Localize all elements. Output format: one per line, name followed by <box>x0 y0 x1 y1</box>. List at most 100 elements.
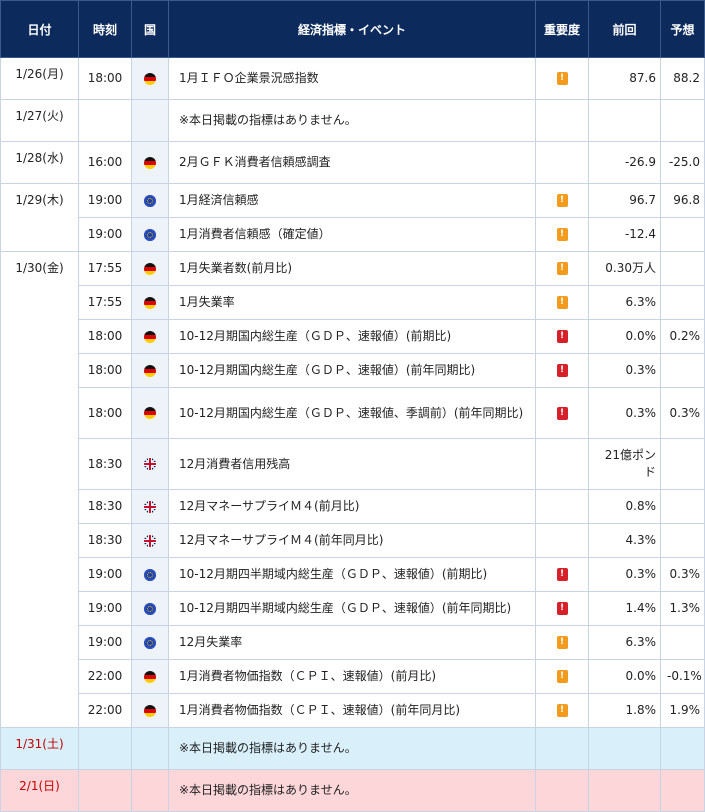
country-cell <box>131 557 169 592</box>
event-cell: 10-12月期国内総生産（ＧＤＰ、速報値）(前期比) <box>168 319 536 354</box>
table-row: 18:00 10-12月期国内総生産（ＧＤＰ、速報値）(前年同期比) ! 0.3… <box>1 353 705 388</box>
table-row: 1/27(火) ※本日掲載の指標はありません。 <box>0 99 705 142</box>
header-previous: 前回 <box>588 0 661 58</box>
importance-cell <box>535 523 589 558</box>
event-cell: ※本日掲載の指標はありません。 <box>168 727 536 770</box>
previous-cell: 0.3% <box>588 353 661 388</box>
importance-cell: ! <box>535 353 589 388</box>
previous-cell: 1.4% <box>588 591 661 626</box>
event-cell: 1月消費者物価指数（ＣＰＩ、速報値）(前年同月比) <box>168 693 536 728</box>
date-cell: 1/31(土) <box>0 727 79 770</box>
importance-medium-icon: ! <box>556 296 568 309</box>
importance-medium-icon: ! <box>556 72 568 85</box>
header-event: 経済指標・イベント <box>168 0 536 58</box>
forecast-cell <box>660 625 705 660</box>
previous-cell: 4.3% <box>588 523 661 558</box>
country-cell <box>131 319 169 354</box>
importance-high-icon: ! <box>556 602 568 615</box>
date-cell: 2/1(日) <box>0 769 79 812</box>
time-cell: 18:00 <box>78 353 132 388</box>
forecast-cell <box>660 438 705 490</box>
previous-cell: 0.30万人 <box>588 251 661 286</box>
forecast-cell <box>660 353 705 388</box>
importance-medium-icon: ! <box>556 636 568 649</box>
time-cell: 19:00 <box>78 217 132 252</box>
country-cell <box>131 438 169 490</box>
importance-cell: ! <box>535 57 589 100</box>
country-cell <box>131 183 169 218</box>
previous-cell: 96.7 <box>588 183 661 218</box>
forecast-cell: 1.3% <box>660 591 705 626</box>
country-cell <box>131 57 169 100</box>
importance-cell <box>535 769 589 812</box>
importance-cell: ! <box>535 659 589 694</box>
table-row: 22:00 1月消費者物価指数（ＣＰＩ、速報値）(前年同月比) ! 1.8% 1… <box>1 693 705 728</box>
importance-cell: ! <box>535 693 589 728</box>
time-cell: 22:00 <box>78 659 132 694</box>
table-row: 1/31(土) ※本日掲載の指標はありません。 <box>0 727 705 770</box>
time-cell: 16:00 <box>78 141 132 184</box>
country-cell <box>131 625 169 660</box>
eu-flag-icon <box>144 602 156 615</box>
germany-flag-icon <box>144 296 156 309</box>
importance-medium-icon: ! <box>556 194 568 207</box>
germany-flag-icon <box>144 407 156 419</box>
previous-cell <box>588 99 661 142</box>
event-cell: 12月失業率 <box>168 625 536 660</box>
table-row: 18:30 12月消費者信用残高 21億ポンド <box>1 438 705 490</box>
country-cell <box>131 523 169 558</box>
event-cell: 12月マネーサプライＭ４(前年同月比) <box>168 523 536 558</box>
country-cell <box>131 387 169 439</box>
previous-cell <box>588 727 661 770</box>
event-cell: 1月消費者信頼感（確定値） <box>168 217 536 252</box>
previous-cell <box>588 769 661 812</box>
economic-calendar-table: 日付 時刻 国 経済指標・イベント 重要度 前回 予想 1/26(月) 18:0… <box>0 0 705 812</box>
importance-cell: ! <box>535 387 589 439</box>
table-row: 22:00 1月消費者物価指数（ＣＰＩ、速報値）(前月比) ! 0.0% -0.… <box>1 659 705 694</box>
forecast-cell: 1.9% <box>660 693 705 728</box>
forecast-cell: 0.2% <box>660 319 705 354</box>
event-cell: 2月ＧＦＫ消費者信頼感調査 <box>168 141 536 184</box>
forecast-cell <box>660 285 705 320</box>
country-cell <box>131 489 169 524</box>
importance-cell <box>535 438 589 490</box>
date-cell: 1/27(火) <box>0 99 79 142</box>
date-cell: 1/28(水) <box>0 141 79 184</box>
germany-flag-icon <box>144 670 156 683</box>
forecast-cell <box>660 99 705 142</box>
forecast-cell <box>660 769 705 812</box>
event-cell: 12月消費者信用残高 <box>168 438 536 490</box>
previous-cell: 87.6 <box>588 57 661 100</box>
event-cell: 1月失業率 <box>168 285 536 320</box>
table-row: 2/1(日) ※本日掲載の指標はありません。 <box>0 769 705 812</box>
germany-flag-icon <box>144 364 156 377</box>
previous-cell: 6.3% <box>588 625 661 660</box>
country-cell <box>131 99 169 142</box>
table-row: 19:00 1月消費者信頼感（確定値） ! -12.4 <box>1 217 705 252</box>
event-cell: 10-12月期国内総生産（ＧＤＰ、速報値、季調前）(前年同期比) <box>168 387 536 439</box>
forecast-cell: 0.3% <box>660 557 705 592</box>
uk-flag-icon <box>144 500 156 513</box>
table-row: 18:30 12月マネーサプライＭ４(前年同月比) 4.3% <box>1 523 705 558</box>
importance-cell <box>535 727 589 770</box>
table-row: 19:00 10-12月期四半期域内総生産（ＧＤＰ、速報値）(前期比) ! 0.… <box>1 557 705 592</box>
table-row: 18:30 12月マネーサプライＭ４(前月比) 0.8% <box>1 489 705 524</box>
country-cell <box>131 251 169 286</box>
importance-high-icon: ! <box>556 364 568 377</box>
table-row: 18:00 10-12月期国内総生産（ＧＤＰ、速報値）(前期比) ! 0.0% … <box>1 319 705 354</box>
date-cell: 1/29(木) <box>0 183 79 252</box>
importance-medium-icon: ! <box>556 704 568 717</box>
header-forecast: 予想 <box>660 0 705 58</box>
country-cell <box>131 217 169 252</box>
importance-cell <box>535 489 589 524</box>
event-cell: 10-12月期四半期域内総生産（ＧＤＰ、速報値）(前年同期比) <box>168 591 536 626</box>
table-row: 19:00 10-12月期四半期域内総生産（ＧＤＰ、速報値）(前年同期比) ! … <box>1 591 705 626</box>
forecast-cell <box>660 489 705 524</box>
germany-flag-icon <box>144 156 156 169</box>
event-cell: 12月マネーサプライＭ４(前月比) <box>168 489 536 524</box>
time-cell: 19:00 <box>78 625 132 660</box>
importance-cell: ! <box>535 625 589 660</box>
country-cell <box>131 659 169 694</box>
importance-high-icon: ! <box>556 330 568 343</box>
importance-cell: ! <box>535 285 589 320</box>
